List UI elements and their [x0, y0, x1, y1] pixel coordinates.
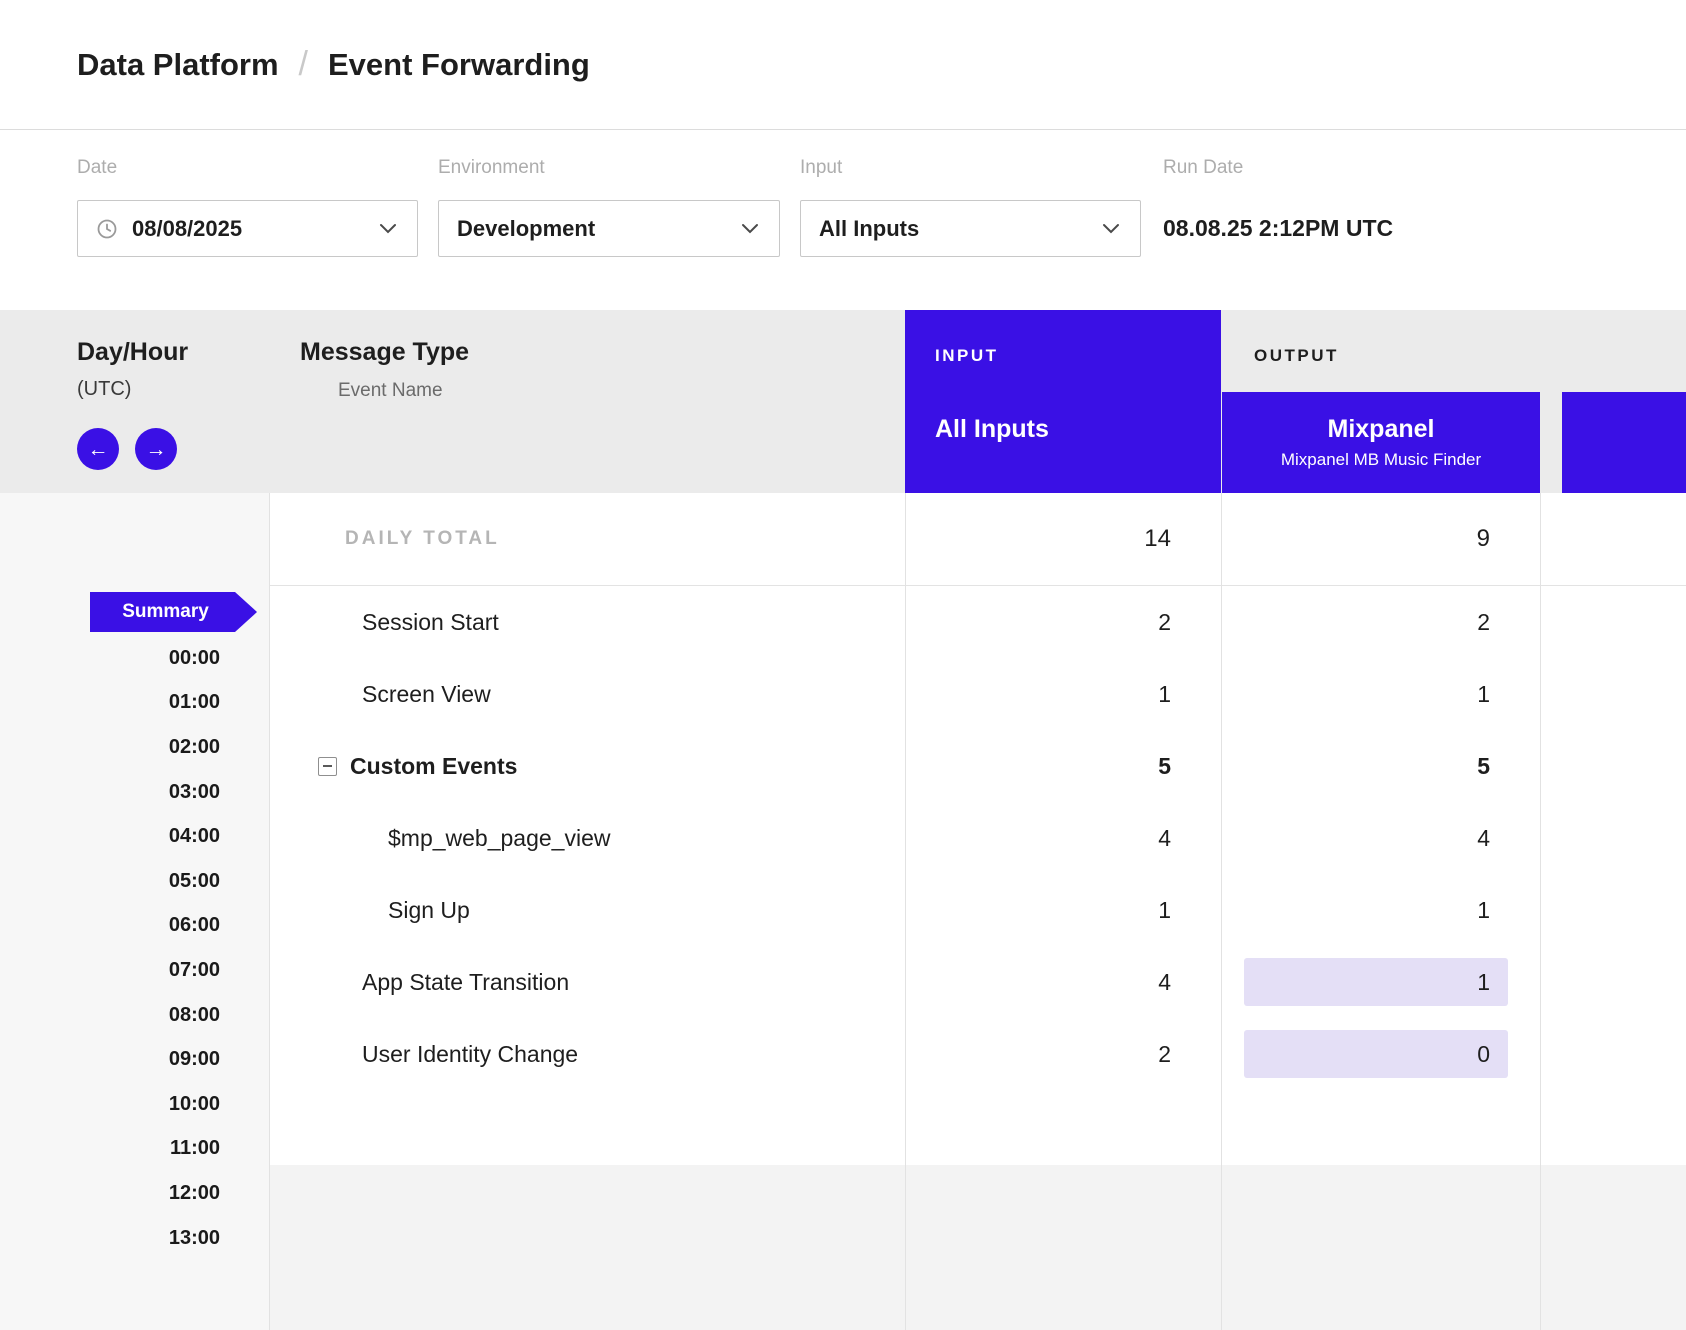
highlighted-output-cell: 0 [1244, 1030, 1508, 1078]
input-count: 1 [1158, 897, 1171, 924]
run-date-label: Run Date [1163, 157, 1243, 179]
event-name: Session Start [270, 586, 905, 658]
input-count: 4 [1158, 825, 1171, 852]
column-divider [1540, 493, 1541, 1330]
output-connection: Mixpanel MB Music Finder [1281, 450, 1481, 470]
hour-row[interactable]: 01:00 [0, 681, 220, 726]
daily-total-row: DAILY TOTAL 14 9 [270, 493, 1686, 586]
daily-total-label: DAILY TOTAL [345, 528, 500, 550]
hour-row[interactable]: 12:00 [0, 1171, 220, 1216]
hour-row[interactable]: 10:00 [0, 1082, 220, 1127]
chevron-down-icon [741, 223, 759, 234]
column-divider [905, 493, 906, 1330]
header: Data Platform / Event Forwarding [0, 0, 1686, 130]
event-name: $mp_web_page_view [270, 802, 905, 874]
run-date-value: 08.08.25 2:12PM UTC [1163, 200, 1393, 257]
table-header-band: Day/Hour (UTC) ← → Message Type Event Na… [0, 310, 1686, 493]
previous-day-button[interactable]: ← [77, 428, 119, 470]
table-row: Session Start 2 2 [270, 586, 1686, 658]
message-type-header: Message Type [300, 338, 469, 367]
hour-sidebar: Summary 00:00 01:00 02:00 03:00 04:00 05… [0, 493, 270, 1330]
output-count: 1 [1477, 897, 1490, 924]
chevron-down-icon [1102, 223, 1120, 234]
environment-select[interactable]: Development [438, 200, 780, 257]
date-select[interactable]: 08/08/2025 [77, 200, 418, 257]
environment-label: Environment [438, 157, 545, 179]
hour-list: 00:00 01:00 02:00 03:00 04:00 05:00 06:0… [0, 636, 220, 1260]
highlighted-output-cell: 1 [1244, 958, 1508, 1006]
hour-row[interactable]: 07:00 [0, 948, 220, 993]
date-label: Date [77, 157, 117, 179]
hour-row[interactable]: 11:00 [0, 1127, 220, 1172]
input-count: 2 [1158, 1041, 1171, 1068]
input-column-header[interactable]: INPUT All Inputs [905, 310, 1221, 493]
table-row: User Identity Change 2 0 [270, 1018, 1686, 1090]
breadcrumb-data-platform[interactable]: Data Platform [77, 47, 279, 83]
input-count: 2 [1158, 609, 1171, 636]
event-rows: Session Start 2 2 Screen View 1 1 Custom… [270, 586, 1686, 1090]
output-count: 1 [1477, 681, 1490, 708]
date-value: 08/08/2025 [132, 216, 242, 242]
column-divider [1221, 493, 1222, 1330]
output-count: 5 [1477, 753, 1490, 780]
hour-row[interactable]: 13:00 [0, 1216, 220, 1261]
event-forwarding-page: Data Platform / Event Forwarding Date 08… [0, 0, 1686, 1330]
next-day-button[interactable]: → [135, 428, 177, 470]
day-hour-header: Day/Hour [77, 338, 188, 367]
arrow-right-icon: → [146, 439, 167, 460]
clock-icon [96, 218, 118, 240]
environment-value: Development [457, 216, 595, 242]
output-count: 1 [1477, 969, 1490, 996]
hour-row[interactable]: 02:00 [0, 725, 220, 770]
input-label: Input [800, 157, 842, 179]
event-name: User Identity Change [270, 1018, 905, 1090]
output-count: 4 [1477, 825, 1490, 852]
next-output-column-partial[interactable] [1562, 392, 1686, 493]
event-name-subtitle: Event Name [338, 380, 443, 402]
output-count: 2 [1477, 609, 1490, 636]
table-row: Sign Up 1 1 [270, 874, 1686, 946]
output-column-header-mixpanel[interactable]: Mixpanel Mixpanel MB Music Finder [1222, 392, 1540, 493]
output-count: 0 [1477, 1041, 1490, 1068]
table-row: App State Transition 4 1 [270, 946, 1686, 1018]
input-column-selection: All Inputs [935, 415, 1049, 444]
hour-row[interactable]: 03:00 [0, 770, 220, 815]
hour-row[interactable]: 05:00 [0, 859, 220, 904]
breadcrumb: Data Platform / Event Forwarding [77, 0, 590, 129]
event-name: Screen View [270, 658, 905, 730]
input-count: 1 [1158, 681, 1171, 708]
daily-total-input: 14 [1144, 525, 1171, 553]
day-hour-subtitle: (UTC) [77, 378, 131, 401]
output-name: Mixpanel [1328, 415, 1435, 444]
filter-bar: Date 08/08/2025 Environment Development … [0, 131, 1686, 310]
input-value: All Inputs [819, 216, 919, 242]
table-row: Screen View 1 1 [270, 658, 1686, 730]
hour-row[interactable]: 04:00 [0, 814, 220, 859]
collapse-icon[interactable] [318, 757, 337, 776]
hour-row[interactable]: 06:00 [0, 904, 220, 949]
arrow-left-icon: ← [88, 439, 109, 460]
event-name: App State Transition [270, 946, 905, 1018]
input-count: 4 [1158, 969, 1171, 996]
input-column-kicker: INPUT [935, 346, 999, 366]
table-row: Custom Events 5 5 [270, 730, 1686, 802]
breadcrumb-separator: / [299, 45, 308, 84]
hour-row[interactable]: 08:00 [0, 993, 220, 1038]
table-footer-background [270, 1165, 1686, 1330]
chevron-down-icon [379, 223, 397, 234]
output-column-kicker: OUTPUT [1254, 346, 1339, 366]
day-navigation: ← → [77, 428, 177, 470]
page-title: Event Forwarding [328, 47, 590, 83]
event-name: Sign Up [270, 874, 905, 946]
daily-total-output: 9 [1477, 525, 1490, 553]
summary-badge[interactable]: Summary [90, 592, 257, 632]
input-count: 5 [1158, 753, 1171, 780]
table-body: Summary 00:00 01:00 02:00 03:00 04:00 05… [0, 493, 1686, 1330]
hour-row[interactable]: 09:00 [0, 1037, 220, 1082]
input-select[interactable]: All Inputs [800, 200, 1141, 257]
table-row: $mp_web_page_view 4 4 [270, 802, 1686, 874]
event-group-name: Custom Events [350, 753, 517, 780]
hour-row[interactable]: 00:00 [0, 636, 220, 681]
